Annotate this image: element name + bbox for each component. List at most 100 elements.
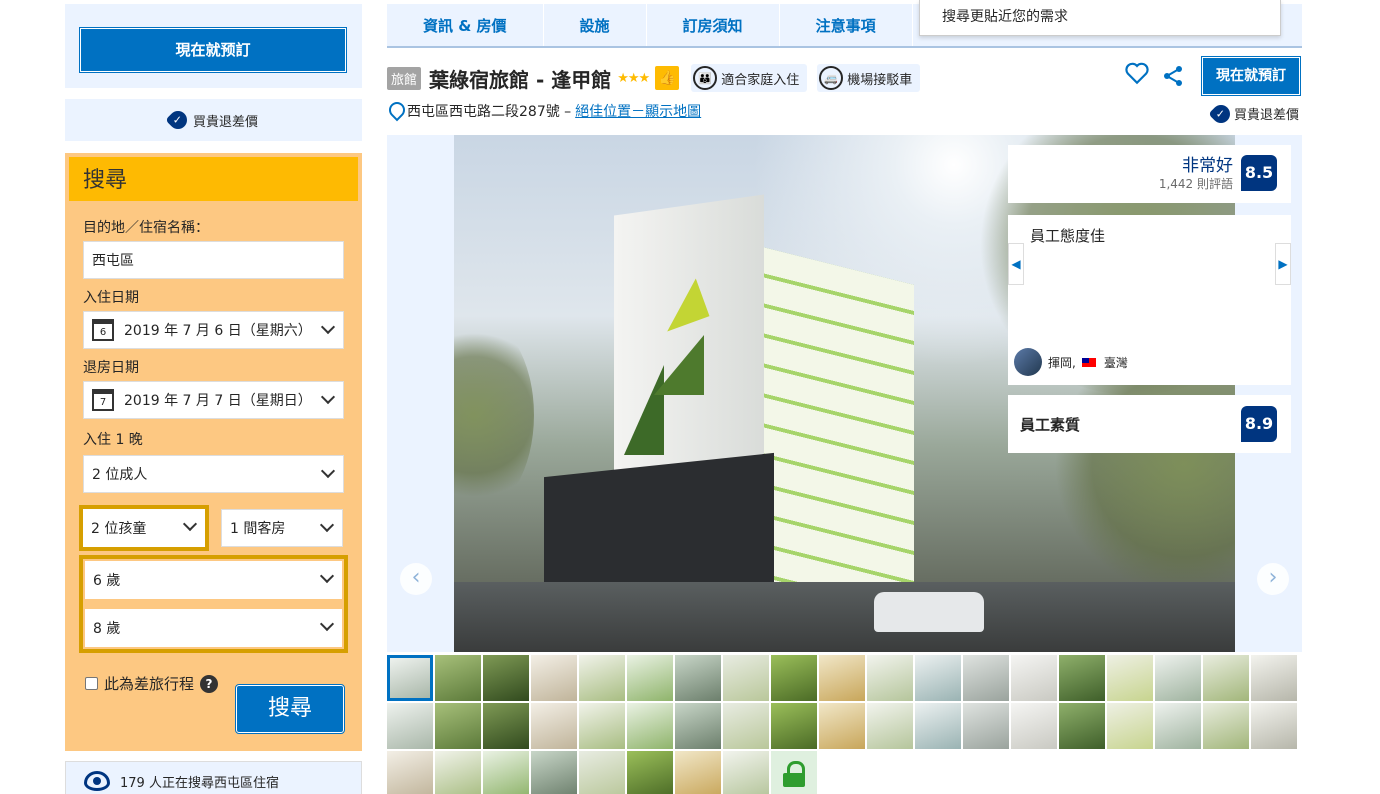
review-count: 1,442 則評語 (1158, 177, 1233, 191)
gallery-thumbnail[interactable] (1155, 655, 1201, 701)
checkin-date-value: 2019 年 7 月 6 日（星期六） (124, 323, 312, 339)
tab-facilities[interactable]: 設施 (544, 4, 647, 46)
adults-value: 2 位成人 (92, 467, 148, 483)
gallery-next-arrow[interactable]: › (1257, 563, 1289, 595)
gallery-thumbnail[interactable] (963, 703, 1009, 749)
gallery-thumbnail[interactable] (435, 703, 481, 749)
children-select[interactable]: 2 位孩童 (79, 505, 209, 551)
gallery-thumbnail[interactable] (531, 703, 577, 749)
gallery-thumbnail[interactable] (723, 703, 769, 749)
search-submit-button[interactable]: 搜尋 (235, 684, 345, 734)
gallery-thumbnail[interactable] (675, 655, 721, 701)
sidebar-book-box: 現在就预訂 (65, 4, 362, 88)
gallery-thumbnail[interactable] (1059, 703, 1105, 749)
main-hotel-photo[interactable] (454, 135, 1235, 652)
gallery-thumbnail[interactable] (963, 655, 1009, 701)
gallery-thumbnail[interactable] (1011, 703, 1057, 749)
gallery-thumbnail[interactable] (1107, 703, 1153, 749)
gallery-thumbnail[interactable] (675, 751, 721, 794)
gallery-thumbnail[interactable] (483, 751, 529, 794)
checkout-label: 退房日期 (83, 360, 139, 376)
gallery-thumbnail[interactable] (579, 655, 625, 701)
calendar-icon: 6 (92, 319, 114, 341)
more-photos-lock-thumb[interactable] (771, 751, 817, 794)
viewers-text: 179 人正在搜尋西屯區住宿 (120, 775, 279, 791)
gallery-thumbnail[interactable] (819, 703, 865, 749)
tab-info-prices[interactable]: 資訊 & 房價 (387, 4, 544, 46)
gallery-thumbnail[interactable] (435, 655, 481, 701)
price-match-label: 買貴退差價 (1234, 108, 1300, 123)
destination-label: 目的地／住宿名稱： (83, 220, 209, 236)
quote-prev-arrow[interactable]: ◀ (1008, 243, 1024, 285)
header-book-now-button[interactable]: 現在就預訂 (1201, 56, 1301, 96)
chip-label: 機場接駁車 (847, 72, 913, 88)
checkout-date-select[interactable]: 7 2019 年 7 月 7 日（星期日） (83, 381, 344, 419)
gallery-thumbnail[interactable] (387, 703, 433, 749)
gallery-thumbnail[interactable] (1251, 655, 1297, 701)
gallery-thumbnail[interactable] (579, 751, 625, 794)
gallery-thumbnail[interactable] (435, 751, 481, 794)
quote-next-arrow[interactable]: ▶ (1275, 243, 1291, 285)
show-map-link[interactable]: 絕佳位置－顯示地圖 (575, 101, 701, 121)
airport-shuttle-chip[interactable]: 🚐 機場接駁車 (817, 64, 921, 92)
staff-score-card: 員工素質 8.9 (1008, 395, 1291, 453)
sidebar-price-match[interactable]: ✓ 買貴退差價 (65, 99, 362, 141)
gallery-thumbnail[interactable] (531, 751, 577, 794)
gallery-thumbnail[interactable] (771, 703, 817, 749)
sidebar-book-now-button[interactable]: 現在就预訂 (79, 27, 347, 73)
child-age-select-2[interactable]: 8 歲 (85, 609, 342, 647)
page: 現在就预訂 ✓ 買貴退差價 搜尋 目的地／住宿名稱： 西屯區 入住日期 6 20… (0, 0, 1380, 794)
gallery-thumbnail[interactable] (867, 703, 913, 749)
viewers-notice: 179 人正在搜尋西屯區住宿 (65, 761, 362, 794)
child-age-select-1[interactable]: 6 歲 (85, 561, 342, 599)
gallery-thumbnail[interactable] (627, 751, 673, 794)
rooms-select[interactable]: 1 間客房 (221, 509, 343, 547)
gallery-thumbnail[interactable] (675, 703, 721, 749)
gallery-thumbnail[interactable] (915, 655, 961, 701)
help-icon[interactable]: ? (200, 674, 219, 693)
gallery-thumbnail[interactable] (1203, 655, 1249, 701)
child-age-value: 6 歲 (93, 573, 121, 589)
gallery-thumbnail[interactable] (819, 655, 865, 701)
review-score-card[interactable]: 非常好 1,442 則評語 8.5 (1008, 145, 1291, 203)
gallery-prev-arrow[interactable]: ‹ (400, 563, 432, 595)
gallery-thumbnail[interactable] (723, 655, 769, 701)
gallery-thumbnail[interactable] (723, 751, 769, 794)
gallery-thumbnail[interactable] (867, 655, 913, 701)
gallery-thumbnail[interactable] (1107, 655, 1153, 701)
family-friendly-chip[interactable]: 👪 適合家庭入住 (691, 64, 808, 92)
lock-icon (783, 761, 805, 787)
gallery-thumbnail[interactable] (483, 655, 529, 701)
gallery-thumbnail[interactable] (771, 655, 817, 701)
adults-select[interactable]: 2 位成人 (83, 455, 344, 493)
shuttle-icon: 🚐 (819, 66, 844, 90)
gallery-thumbnail[interactable] (1059, 655, 1105, 701)
review-quote: 員工態度佳 (1030, 227, 1106, 245)
gallery-thumbnail[interactable] (1011, 655, 1057, 701)
chevron-down-icon (320, 571, 334, 585)
photo-gallery: ‹ › 非常好 1,442 則評語 8.5 員工態度佳 ◀ ▶ 揮岡, 臺灣 員… (387, 135, 1302, 652)
gallery-thumbnail[interactable] (1251, 703, 1297, 749)
gallery-thumbnail[interactable] (387, 655, 433, 701)
share-icon[interactable] (1161, 64, 1185, 88)
gallery-thumbnail[interactable] (1155, 703, 1201, 749)
gallery-thumbnail[interactable] (483, 703, 529, 749)
destination-input[interactable]: 西屯區 (83, 241, 344, 279)
gallery-thumbnail[interactable] (579, 703, 625, 749)
gallery-thumbnail[interactable] (915, 703, 961, 749)
checkin-label: 入住日期 (83, 290, 139, 306)
calendar-icon: 7 (92, 389, 114, 411)
heart-icon[interactable] (1124, 60, 1150, 86)
checkin-date-select[interactable]: 6 2019 年 7 月 6 日（星期六） (83, 311, 344, 349)
gallery-thumbnail[interactable] (627, 703, 673, 749)
reviewer-name: 揮岡, (1048, 355, 1076, 370)
tab-house-rules[interactable]: 訂房須知 (647, 4, 780, 46)
business-trip-checkbox[interactable] (85, 677, 98, 690)
header-price-match[interactable]: ✓ 買貴退差價 (1208, 100, 1300, 127)
tab-fine-print[interactable]: 注意事項 (780, 4, 913, 46)
gallery-thumbnail[interactable] (627, 655, 673, 701)
gallery-thumbnail[interactable] (531, 655, 577, 701)
gallery-thumbnail[interactable] (1203, 703, 1249, 749)
gallery-thumbnail[interactable] (387, 751, 433, 794)
review-label: 非常好 (1182, 156, 1233, 176)
